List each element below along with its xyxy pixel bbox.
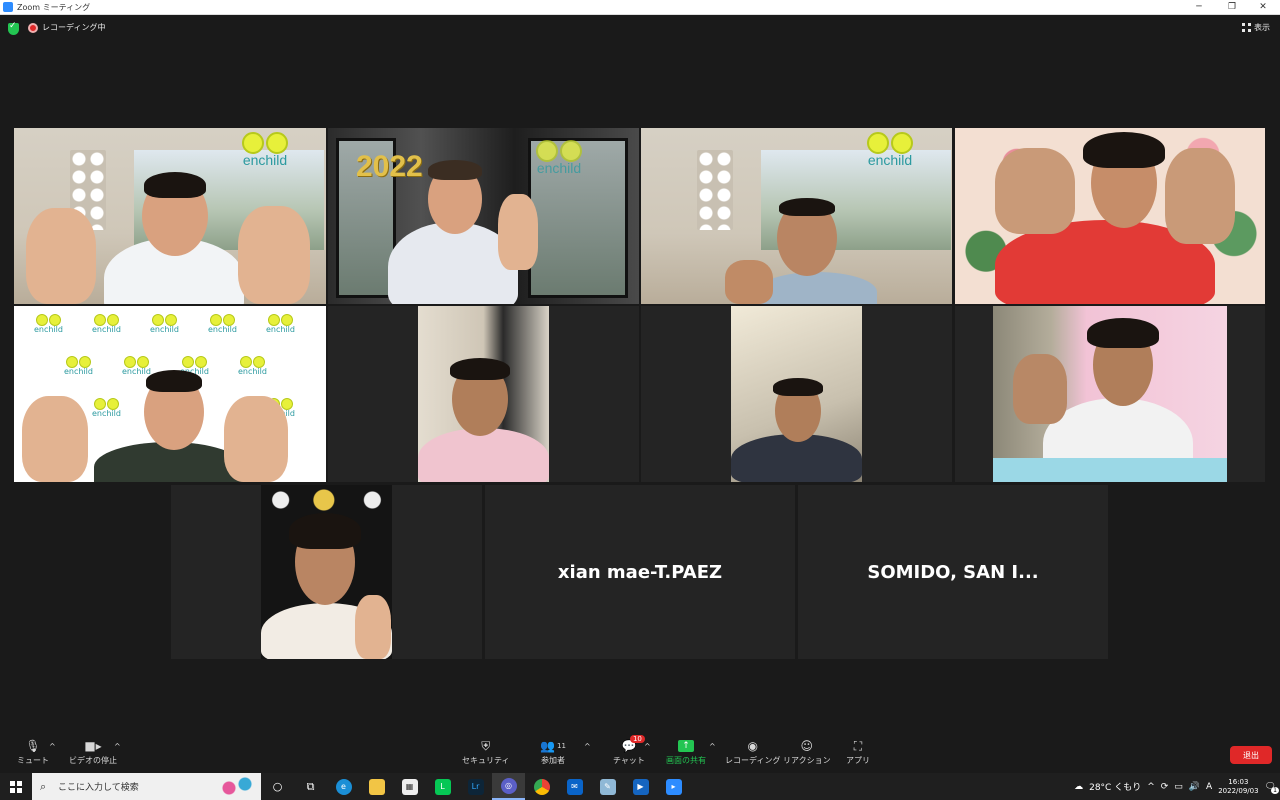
lightroom-icon[interactable]: Lr [459, 773, 492, 800]
security-button[interactable]: ⛨ セキュリティ [462, 739, 510, 766]
close-button[interactable]: ✕ [1248, 0, 1278, 14]
participant-name-tile-somido[interactable]: SOMIDO, SAN I... [798, 485, 1108, 659]
video-tile-4[interactable] [955, 128, 1265, 304]
recording-indicator[interactable]: レコーディング中 [28, 22, 105, 33]
line-icon[interactable]: L [426, 773, 459, 800]
participant-name: xian mae-T.PAEZ [557, 561, 723, 583]
video-tile-8[interactable] [955, 306, 1265, 482]
view-button[interactable]: 表示 [1242, 22, 1270, 33]
time-text: 16:03 [1228, 778, 1249, 787]
mail-icon[interactable]: ✉ [558, 773, 591, 800]
record-button[interactable]: ◉ レコーディング [725, 739, 780, 766]
participant-name-tile-xian[interactable]: xian mae-T.PAEZ [485, 485, 795, 659]
file-explorer-icon[interactable] [360, 773, 393, 800]
notes-icon[interactable]: ✎ [591, 773, 624, 800]
window-title: Zoom ミーティング [17, 2, 91, 12]
chat-unread-badge: 10 [629, 735, 645, 743]
video-tile-7[interactable] [641, 306, 952, 482]
year-decoration: 2022 [356, 150, 423, 183]
participant-name: SOMIDO, SAN I... [867, 561, 1039, 583]
media-app-icon[interactable]: ◎ [492, 773, 525, 800]
video-tile-1[interactable]: enchild [14, 128, 326, 304]
stop-video-button[interactable]: ■▸ ビデオの停止 [69, 739, 117, 766]
sync-icon[interactable]: ⟳ [1161, 782, 1169, 792]
photos-icon[interactable]: ▶ [624, 773, 657, 800]
notification-count: 1 [1271, 786, 1279, 794]
apps-icon: ⛶ [853, 738, 863, 753]
participants-icon: 👥 11 [540, 739, 566, 753]
video-options-caret[interactable]: ^ [114, 742, 121, 751]
store-icon[interactable]: ▦ [393, 773, 426, 800]
view-label: 表示 [1254, 23, 1270, 32]
network-icon[interactable]: ▭ [1174, 782, 1183, 792]
ime-indicator[interactable]: A [1206, 782, 1212, 792]
start-button[interactable] [0, 773, 32, 800]
chat-button[interactable]: 💬 10 チャット [613, 735, 645, 766]
maximize-button[interactable]: ❐ [1217, 0, 1247, 14]
chat-options-caret[interactable]: ^ [644, 742, 651, 751]
video-tile-5[interactable]: enchild enchild enchild enchild enchild … [14, 306, 326, 482]
search-icon: ⌕ [40, 779, 47, 793]
title-bar: Zoom ミーティング ─ ❐ ✕ [0, 0, 1280, 15]
share-screen-icon: ↑ [678, 739, 694, 753]
video-tile-3[interactable]: enchild [641, 128, 952, 304]
encryption-shield-icon[interactable] [8, 21, 19, 35]
notification-icon[interactable]: 🗨 1 [1265, 782, 1279, 794]
taskbar-search[interactable]: ⌕ ここに入力して検索 [32, 773, 261, 800]
chat-bubble-icon: 💬 10 [621, 735, 645, 753]
share-screen-button[interactable]: ↑ 画面の共有 [666, 739, 706, 766]
search-placeholder: ここに入力して検索 [58, 783, 139, 793]
video-tile-2[interactable]: 2022 enchild [328, 128, 639, 304]
video-camera-icon: ■▸ [84, 739, 102, 753]
weather-text[interactable]: 28°C くもり [1089, 780, 1141, 793]
windows-logo-icon [10, 780, 22, 793]
cloud-weather-icon[interactable]: ☁ [1074, 782, 1083, 792]
task-view-icon[interactable]: ⧉ [294, 773, 327, 800]
record-dot-icon [28, 22, 38, 33]
enchild-logo: enchild [867, 132, 913, 168]
volume-icon[interactable]: 🔊 [1189, 782, 1200, 792]
hummingbird-decoration-icon [217, 776, 257, 796]
video-tile-6[interactable] [328, 306, 639, 482]
participants-button[interactable]: 👥 11 参加者 [538, 739, 568, 766]
tray-overflow-icon[interactable]: ^ [1147, 782, 1155, 792]
microphone-icon: 🎙 [25, 739, 41, 753]
zoom-taskbar-icon[interactable]: ▸ [657, 773, 690, 800]
meeting-top-bar: レコーディング中 表示 [0, 15, 1280, 41]
minimize-button[interactable]: ─ [1184, 0, 1214, 14]
edge-icon[interactable]: e [327, 773, 360, 800]
system-tray: ☁ 28°C くもり ^ ⟳ ▭ 🔊 A 16:03 2022/09/03 🗨 1 [1074, 773, 1280, 800]
grid-view-icon [1242, 23, 1251, 32]
apps-button[interactable]: ⛶ アプリ [846, 739, 870, 766]
chrome-icon[interactable] [525, 773, 558, 800]
security-shield-icon: ⛨ [481, 738, 491, 753]
mute-button[interactable]: 🎙 ミュート [17, 739, 49, 766]
reactions-button[interactable]: ☺ リアクション [783, 739, 831, 766]
recording-label: レコーディング中 [42, 23, 106, 32]
audio-options-caret[interactable]: ^ [49, 742, 56, 751]
smiley-plus-icon: ☺ [800, 739, 814, 753]
leave-meeting-button[interactable]: 退出 [1230, 746, 1272, 764]
video-tile-9[interactable] [171, 485, 482, 659]
share-options-caret[interactable]: ^ [709, 742, 716, 751]
record-icon: ◉ [747, 739, 758, 753]
participants-options-caret[interactable]: ^ [584, 742, 591, 751]
windows-taskbar: ⌕ ここに入力して検索 ○ ⧉ e ▦ L Lr ◎ ✉ ✎ ▶ ▸ ☁ 28°… [0, 773, 1280, 800]
enchild-logo: enchild [242, 132, 288, 168]
clock[interactable]: 16:03 2022/09/03 [1218, 778, 1258, 795]
date-text: 2022/09/03 [1218, 786, 1259, 795]
cortana-icon[interactable]: ○ [261, 773, 294, 800]
meeting-controls: 🎙 ミュート ^ ■▸ ビデオの停止 ^ ⛨ セキュリティ 👥 11 参加者 ^ … [0, 735, 1280, 773]
zoom-app-icon [3, 2, 13, 12]
enchild-logo-faded: enchild [536, 140, 582, 176]
